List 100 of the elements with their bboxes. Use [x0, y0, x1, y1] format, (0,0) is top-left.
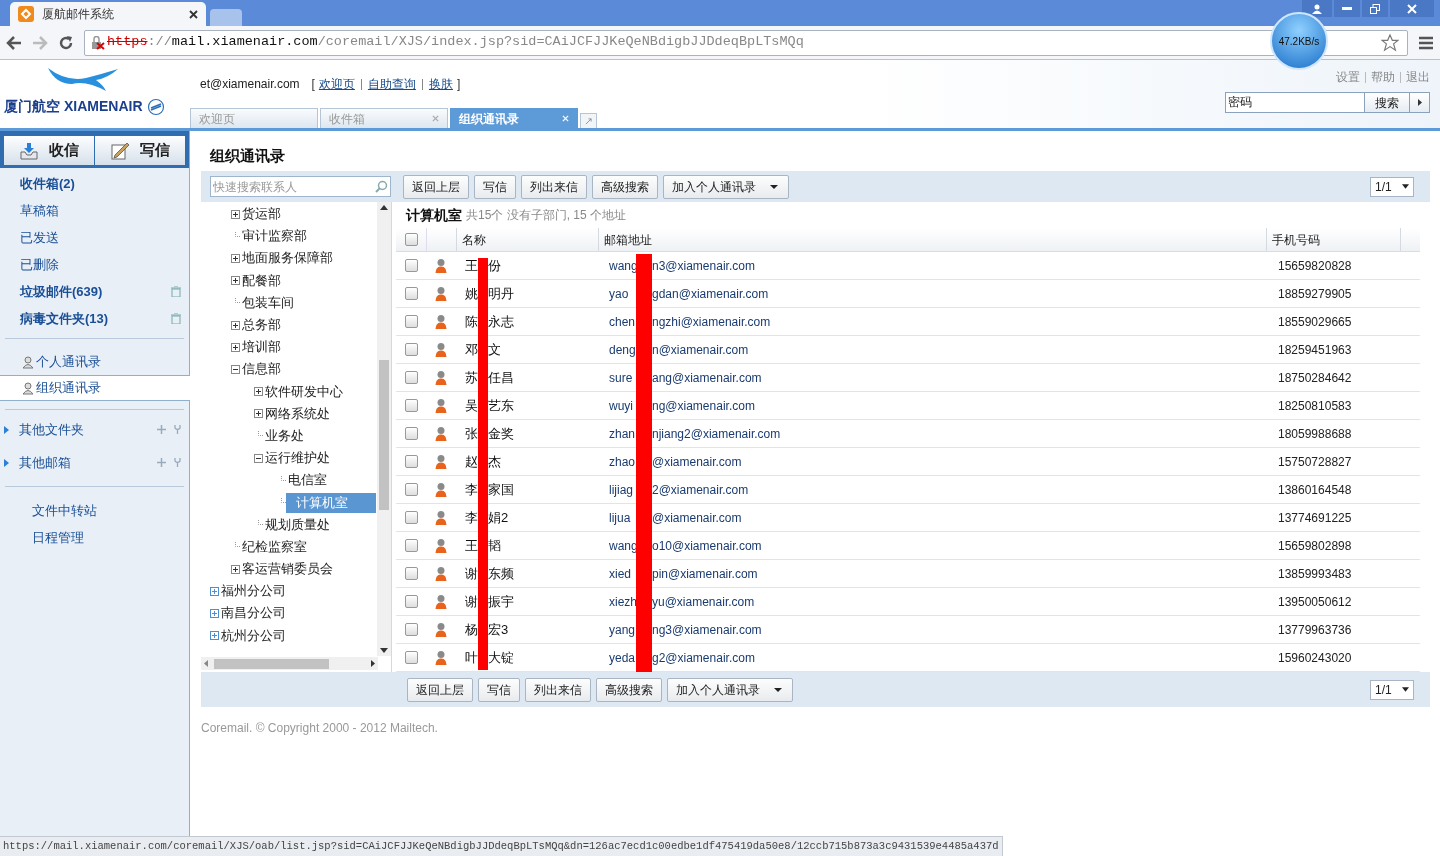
tree-node[interactable]: 电信室: [286, 470, 329, 491]
speed-text: 47.2KB/s: [1278, 34, 1320, 49]
toolbar-button[interactable]: 返回上层: [407, 677, 473, 702]
folder-link[interactable]: 病毒文件夹(13): [20, 308, 171, 329]
name-text: 宏3: [488, 620, 509, 639]
email-text: ang@xiamenair.com: [652, 369, 762, 387]
folder-link[interactable]: 已删除: [20, 254, 181, 275]
dropdown-button[interactable]: 加入个人通讯录: [667, 677, 793, 702]
address-book-item[interactable]: 组织通讯录: [0, 375, 190, 401]
tree-node[interactable]: 地面服务保障部: [240, 248, 335, 269]
folder-group-link[interactable]: 其他邮箱: [19, 452, 157, 473]
tree-node[interactable]: 信息部: [240, 359, 283, 380]
email-text: @xiamenair.com: [652, 453, 742, 471]
search-button[interactable]: 搜索: [1365, 92, 1410, 113]
tree-node[interactable]: 运行维护处: [263, 448, 332, 469]
phone-text: 13779963736: [1277, 621, 1353, 639]
receive-button[interactable]: 收信: [4, 136, 94, 165]
tree-node[interactable]: 培训部: [240, 337, 283, 358]
email-text: wuyi: [609, 397, 634, 415]
name-text: 叶: [465, 648, 478, 667]
contact-search-field[interactable]: 快速搜索联系人: [210, 176, 391, 197]
header-link[interactable]: 欢迎页: [318, 75, 355, 93]
name-text: 份: [488, 256, 501, 275]
browser-tab[interactable]: 厦航邮件系统: [10, 2, 206, 26]
tree-node[interactable]: 南昌分公司: [219, 603, 288, 624]
bracket-text: [: [311, 76, 315, 93]
pager-select[interactable]: 1/1: [1370, 679, 1414, 700]
pager-select[interactable]: 1/1: [1370, 176, 1414, 197]
column-header[interactable]: 邮箱地址: [598, 228, 1266, 251]
tool-link[interactable]: 日程管理: [32, 528, 189, 547]
toolbar-button[interactable]: 高级搜索: [596, 677, 662, 702]
email-text: o10@xiamenair.com: [652, 537, 762, 555]
email-text: pin@xiamenair.com: [652, 565, 758, 583]
department-summary: 共15个 没有子部门, 15 个地址: [466, 207, 627, 224]
name-text: 邓: [465, 340, 478, 359]
email-text: zhan: [609, 425, 636, 443]
tree-node[interactable]: 福州分公司: [219, 581, 288, 602]
email-text: yeda: [609, 649, 636, 667]
search-field[interactable]: 密码: [1225, 92, 1365, 113]
name-text: 杰: [488, 452, 501, 471]
header-link[interactable]: 自助查询: [367, 75, 416, 93]
folder-link[interactable]: 草稿箱: [20, 200, 181, 221]
tree-node[interactable]: 审计监察部: [240, 226, 309, 247]
name-text: 王: [465, 256, 478, 275]
url-text: https://mail.xiamenair.com/coremail/XJS/index.jsp?sid=CAiJCFJJKeQeNBdigbJJDdeqBpLTsMQq: [107, 33, 804, 52]
toolbar-button[interactable]: 返回上层: [403, 174, 469, 199]
tree-node[interactable]: 杭州分公司: [219, 625, 288, 646]
bracket-text: ]: [456, 76, 461, 93]
toolbar-button[interactable]: 写信: [474, 174, 516, 199]
name-text: 姚: [465, 284, 478, 303]
name-text: 张: [465, 424, 478, 443]
logo-text: 厦门航空: [4, 97, 60, 116]
tree-node[interactable]: 规划质量处: [263, 514, 332, 535]
phone-text: 13774691225: [1277, 509, 1353, 527]
header-link[interactable]: 换肤: [428, 75, 453, 93]
tree-node[interactable]: 客运营销委员会: [240, 559, 335, 580]
phone-text: 15659820828: [1277, 257, 1353, 275]
toolbar-button[interactable]: 高级搜索: [592, 174, 658, 199]
folder-group-link[interactable]: 其他文件夹: [19, 419, 157, 440]
toolbar-button[interactable]: 列出来信: [521, 174, 587, 199]
name-text: 文: [488, 340, 501, 359]
name-text: 韬: [488, 536, 501, 555]
phone-text: 15659802898: [1277, 537, 1353, 555]
phone-text: 18259451963: [1277, 341, 1353, 359]
email-text: njiang2@xiamenair.com: [652, 425, 781, 443]
folder-link[interactable]: 垃圾邮件(639): [20, 281, 171, 302]
name-text: 明丹: [488, 284, 514, 303]
folder-link[interactable]: 已发送: [20, 227, 181, 248]
tree-node[interactable]: 纪检监察室: [240, 536, 309, 557]
toolbar-button[interactable]: 写信: [478, 677, 520, 702]
email-text: zhao: [609, 453, 636, 471]
name-text: 苏: [465, 368, 478, 387]
tree-node[interactable]: 网络系统处: [263, 403, 332, 424]
dropdown-button[interactable]: 加入个人通讯录: [663, 174, 789, 199]
name-text: 振宇: [488, 592, 514, 611]
name-text: 杨: [465, 620, 478, 639]
tree-node[interactable]: 包装车间: [240, 292, 296, 313]
name-text: 李: [465, 480, 478, 499]
tool-link[interactable]: 文件中转站: [32, 501, 189, 520]
compose-button[interactable]: 写信: [95, 136, 185, 165]
tree-node[interactable]: 货运部: [240, 204, 283, 225]
email-text: xiezh: [609, 593, 636, 611]
email-text: lijua: [609, 509, 632, 527]
folder-link[interactable]: 收件箱(2): [20, 173, 181, 194]
tree-node[interactable]: 总务部: [240, 315, 283, 336]
name-text: 任昌: [488, 368, 514, 387]
name-text: 金奖: [488, 424, 514, 443]
column-header[interactable]: 手机号码: [1266, 228, 1400, 251]
phone-text: 15750728827: [1277, 453, 1353, 471]
email-text: lijiag: [609, 481, 634, 499]
tree-node[interactable]: 软件研发中心: [263, 381, 345, 402]
tree-node[interactable]: 配餐部: [240, 270, 283, 291]
column-header[interactable]: 名称: [456, 228, 598, 251]
address-book-item[interactable]: 个人通讯录: [0, 349, 189, 375]
phone-text: 18859279905: [1277, 285, 1353, 303]
top-link[interactable]: 设置: [1336, 68, 1360, 86]
tree-node[interactable]: 业务处: [263, 425, 306, 446]
toolbar-button[interactable]: 列出来信: [525, 677, 591, 702]
account-email: et@xiamenair.com: [200, 76, 300, 93]
phone-text: 18250810583: [1277, 397, 1353, 415]
